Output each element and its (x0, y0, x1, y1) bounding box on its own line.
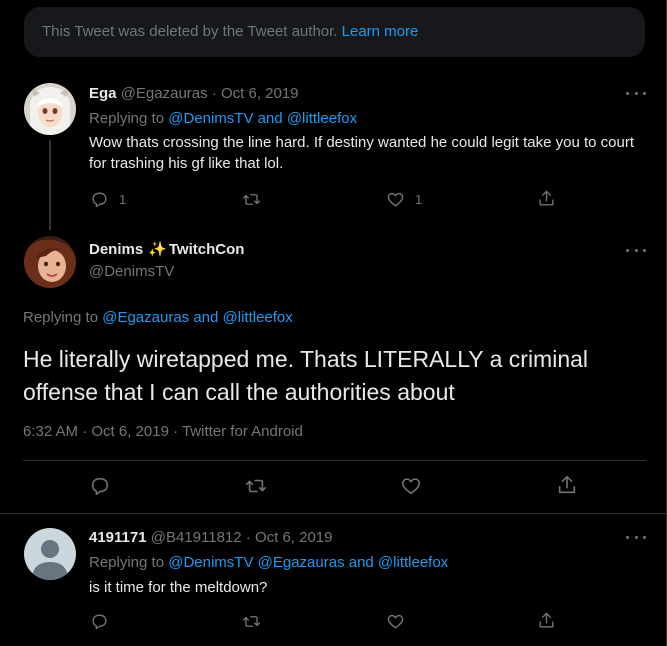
tweet1-date[interactable]: · Oct 6, 2019 (212, 85, 299, 102)
avatar-denims[interactable] (24, 236, 76, 288)
share-icon (539, 612, 554, 628)
reply-icon (92, 192, 107, 208)
retweet-icon (242, 194, 261, 205)
tweet3-replying-to: Replying to @DenimsTV @Egazauras and @li… (89, 554, 448, 571)
tweet3-handle[interactable]: @B41911812 (151, 529, 242, 546)
thread-line (49, 140, 51, 230)
main-share-button[interactable] (556, 474, 578, 496)
tweet1-replying-label: Replying to (89, 110, 165, 127)
retweet-icon (246, 479, 266, 493)
tweet3-date[interactable]: · Oct 6, 2019 (246, 529, 333, 546)
main-tweet-text: He literally wiretapped me. Thats LITERA… (23, 346, 589, 405)
main-more-icon[interactable] (626, 244, 646, 256)
tweet3-header: 4191171 @B41911812 · Oct 6, 2019 (89, 529, 333, 546)
main-replying-label: Replying to (23, 309, 99, 326)
like-icon (387, 192, 404, 207)
tweet3-name[interactable]: 4191171 (89, 529, 147, 546)
like-icon (401, 478, 421, 495)
tweet1-text: Wow thats crossing the line hard. If des… (89, 134, 635, 172)
tweet1-reply-button[interactable]: 1 (90, 190, 126, 209)
tweet3-share-button[interactable] (537, 611, 556, 630)
reply-icon (91, 477, 109, 496)
avatar-ega[interactable] (24, 83, 76, 135)
tweet1-reply-count: 1 (119, 192, 127, 207)
main-tweet-timestamp[interactable]: 6:32 AM · Oct 6, 2019 · Twitter for Andr… (23, 423, 303, 440)
main-retweet-button[interactable] (245, 475, 267, 497)
tweet1-name[interactable]: Ega (89, 85, 117, 102)
deleted-notice-text: This Tweet was deleted by the Tweet auth… (42, 23, 338, 40)
sparkles-icon: ✨ (148, 241, 167, 258)
tweet3-replying-label: Replying to (89, 554, 165, 571)
tweet3-like-button[interactable] (386, 612, 405, 631)
tweet3-retweet-button[interactable] (242, 612, 261, 631)
tweet1-retweet-button[interactable] (242, 190, 261, 209)
share-icon (539, 190, 554, 206)
retweet-icon (242, 616, 261, 627)
main-meta-divider (23, 460, 646, 461)
tweet1-handle[interactable]: @Egazauras (121, 85, 208, 102)
share-icon (558, 475, 576, 494)
main-name: Denims (89, 240, 144, 258)
learn-more-link[interactable]: Learn more (342, 23, 419, 40)
main-replying-users[interactable]: @Egazauras and @littleefox (102, 309, 293, 326)
avatar-default[interactable] (24, 528, 76, 580)
main-replying-to: Replying to @Egazauras and @littleefox (23, 309, 293, 326)
main-like-button[interactable] (400, 475, 422, 497)
main-tweet-divider (0, 513, 666, 514)
tweet1-like-count: 1 (415, 192, 423, 207)
main-name-suffix: TwitchCon (168, 240, 245, 258)
tweet1-header: Ega @Egazauras · Oct 6, 2019 (89, 85, 299, 102)
tweet1-like-button[interactable]: 1 (386, 190, 422, 209)
tweet3-reply-button[interactable] (90, 612, 109, 631)
main-author-name[interactable]: Denims ✨ TwitchCon (89, 240, 245, 259)
reply-icon (92, 614, 107, 630)
tweet3-replying-users[interactable]: @DenimsTV @Egazauras and @littleefox (168, 554, 448, 571)
main-handle[interactable]: @DenimsTV (89, 263, 174, 280)
tweet3-text: is it time for the meltdown? (89, 579, 268, 596)
tweet1-more-icon[interactable] (626, 87, 646, 99)
tweet1-replying-to: Replying to @DenimsTV and @littleefox (89, 110, 357, 127)
tweet1-share-button[interactable] (537, 189, 556, 208)
like-icon (387, 614, 404, 629)
tweet3-more-icon[interactable] (626, 531, 646, 543)
main-reply-button[interactable] (89, 475, 111, 497)
deleted-tweet-notice: This Tweet was deleted by the Tweet auth… (24, 7, 645, 57)
tweet1-replying-users[interactable]: @DenimsTV and @littleefox (168, 110, 357, 127)
